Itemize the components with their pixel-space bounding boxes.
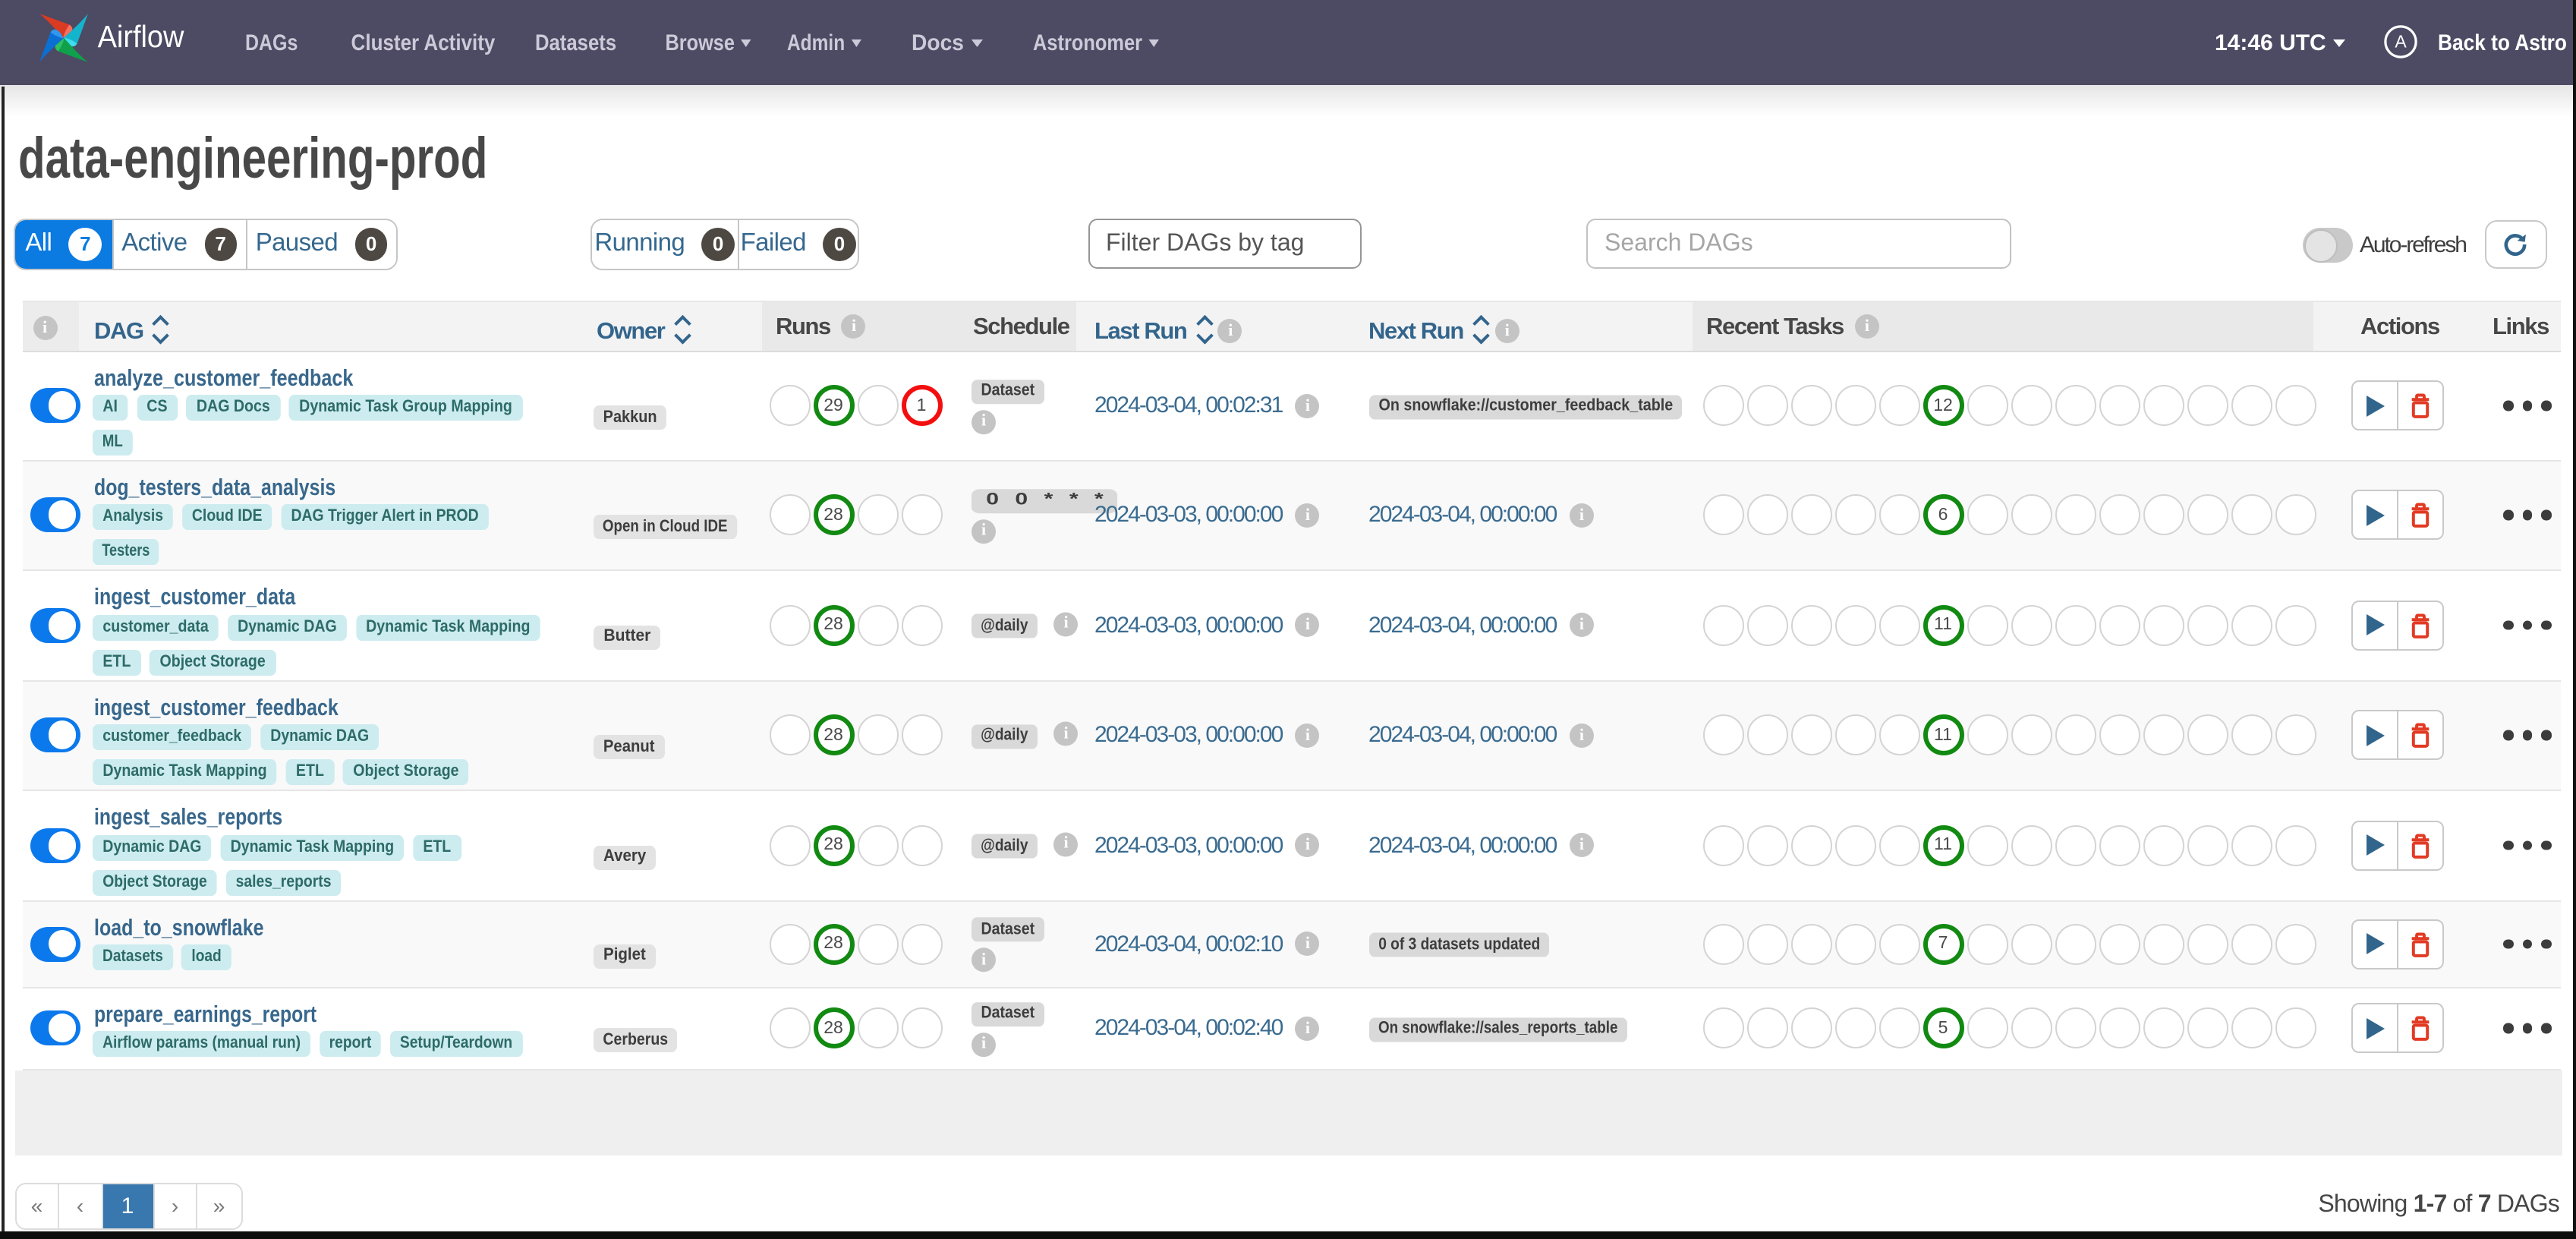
svg-text:A: A	[2395, 32, 2407, 52]
